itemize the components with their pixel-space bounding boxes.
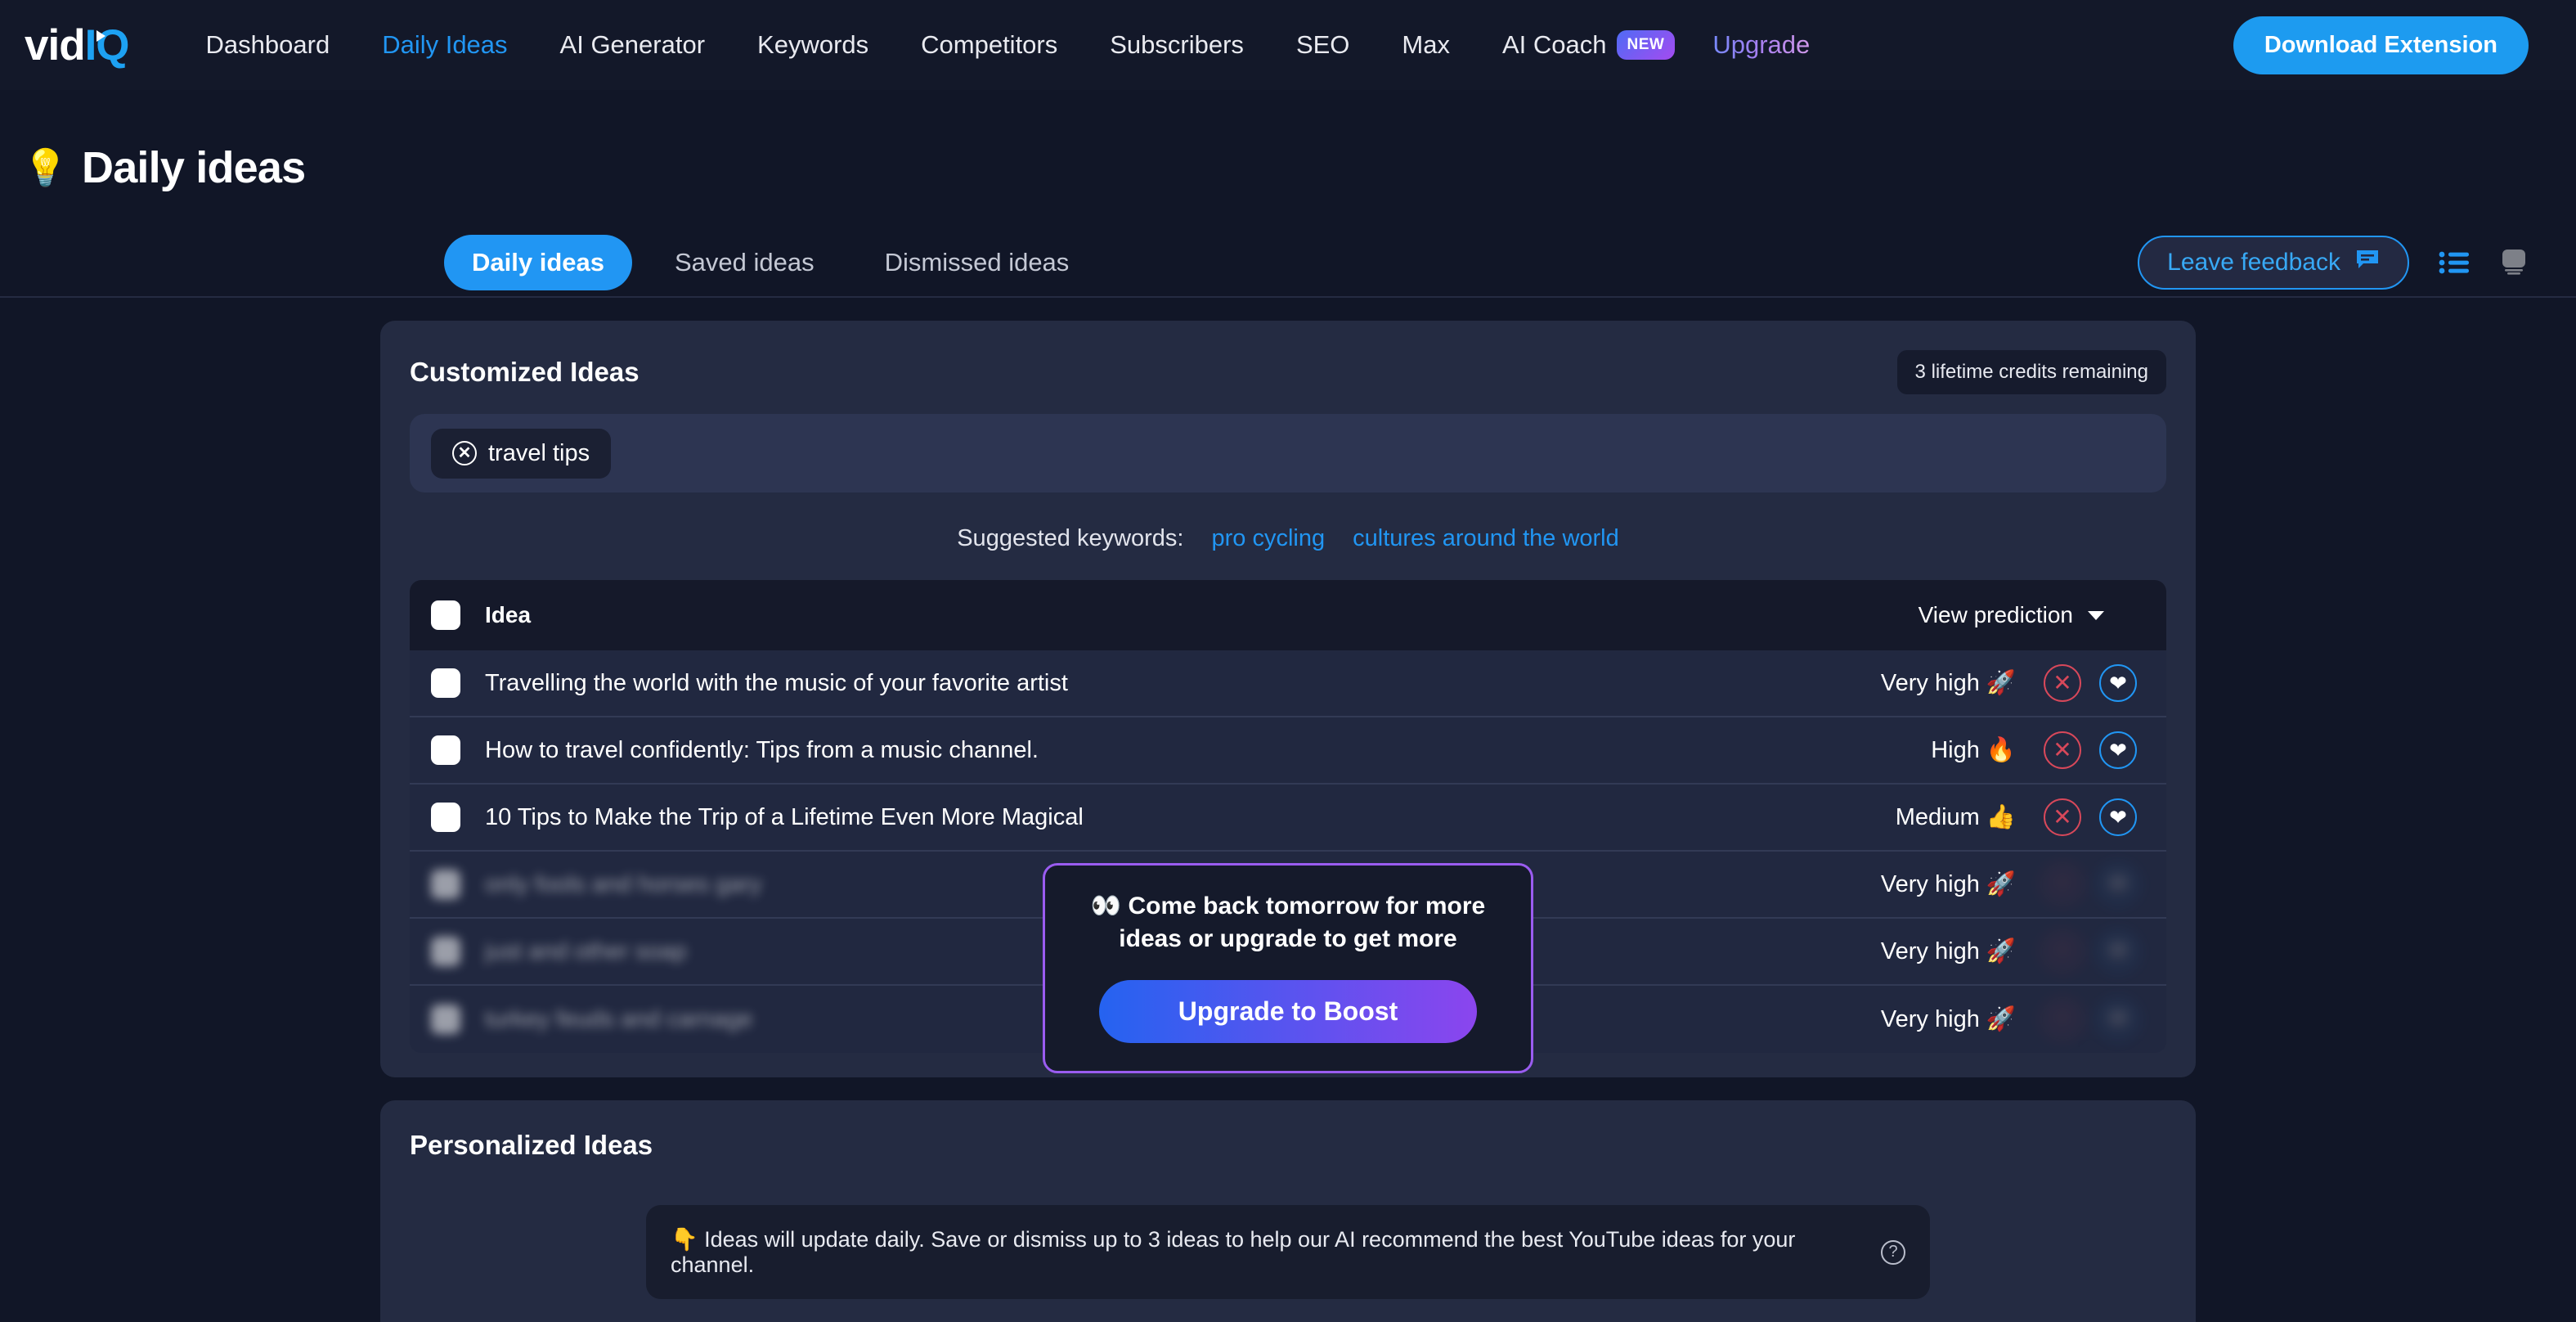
keyword-chip-label: travel tips [488, 439, 590, 466]
personalized-ideas-notice: 👇 Ideas will update daily. Save or dismi… [646, 1205, 1930, 1299]
dismiss-idea-button: ✕ [2044, 1000, 2081, 1038]
top-navbar: vid IQ Dashboard Daily Ideas AI Generator… [0, 0, 2576, 90]
lightbulb-icon: 💡 [23, 148, 68, 188]
table-row[interactable]: Travelling the world with the music of y… [410, 650, 2166, 717]
credits-remaining-badge: 3 lifetime credits remaining [1896, 350, 2166, 394]
help-icon[interactable]: ? [1881, 1239, 1905, 1265]
save-idea-button: ❤ [2099, 1000, 2137, 1038]
suggested-keyword-pro-cycling[interactable]: pro cycling [1212, 525, 1326, 552]
personalized-ideas-header: Personalized Ideas [410, 1130, 2166, 1180]
row-checkbox[interactable] [431, 803, 460, 832]
tab-dismissed-ideas[interactable]: Dismissed ideas [857, 235, 1097, 290]
idea-prediction: Very high 🚀 [1880, 1006, 2016, 1032]
vidiq-logo[interactable]: vid IQ [25, 20, 130, 70]
customized-ideas-card: Customized Ideas 3 lifetime credits rema… [380, 321, 2196, 1077]
row-checkbox[interactable] [431, 668, 460, 698]
row-checkbox[interactable] [431, 735, 460, 765]
nav-item-ai-generator[interactable]: AI Generator [534, 30, 731, 60]
leave-feedback-button[interactable]: Leave feedback [2138, 236, 2409, 290]
nav-item-ai-coach[interactable]: AI Coach NEW [1476, 30, 1686, 60]
idea-title: How to travel confidently: Tips from a m… [485, 736, 1039, 763]
dismiss-idea-button[interactable]: ✕ [2044, 798, 2081, 836]
upgrade-to-boost-button[interactable]: Upgrade to Boost [1099, 979, 1477, 1043]
monitor-view-icon[interactable] [2499, 249, 2529, 277]
idea-prediction: Very high 🚀 [1880, 670, 2016, 696]
nav-item-upgrade[interactable]: Upgrade [1686, 30, 1836, 60]
row-actions: ✕ ❤ [2044, 933, 2137, 970]
tab-list: Daily ideas Saved ideas Dismissed ideas [444, 235, 1097, 290]
list-view-icon[interactable] [2439, 250, 2470, 275]
page-title-text: Daily ideas [82, 143, 306, 192]
save-idea-button: ❤ [2099, 866, 2137, 903]
dismiss-idea-button: ✕ [2044, 933, 2081, 970]
save-idea-button: ❤ [2099, 933, 2137, 970]
idea-prediction: Very high 🚀 [1880, 938, 2016, 965]
nav-item-dashboard[interactable]: Dashboard [180, 30, 357, 60]
leave-feedback-label: Leave feedback [2167, 249, 2340, 276]
nav-item-ai-coach-label: AI Coach [1501, 30, 1607, 59]
nav-item-competitors[interactable]: Competitors [895, 30, 1084, 60]
main-content: Customized Ideas 3 lifetime credits rema… [0, 321, 2576, 1322]
row-actions: ✕ ❤ [2044, 1000, 2137, 1038]
row-checkbox [431, 870, 460, 899]
logo-text-vid: vid [25, 20, 86, 70]
column-header-view-prediction[interactable]: View prediction [1919, 602, 2104, 628]
chevron-down-icon [2088, 610, 2104, 620]
column-header-idea: Idea [485, 602, 532, 627]
table-row[interactable]: How to travel confidently: Tips from a m… [410, 717, 2166, 785]
remove-keyword-icon[interactable]: ✕ [452, 441, 477, 465]
row-actions: ✕ ❤ [2044, 798, 2137, 836]
play-triangle-icon [96, 29, 105, 42]
nav-item-seo[interactable]: SEO [1270, 30, 1376, 60]
idea-prediction: Medium 👍 [1895, 804, 2016, 830]
idea-title: 10 Tips to Make the Trip of a Lifetime E… [485, 803, 1084, 830]
tab-saved-ideas[interactable]: Saved ideas [647, 235, 842, 290]
tab-bar: Daily ideas Saved ideas Dismissed ideas … [0, 229, 2576, 298]
save-idea-button[interactable]: ❤ [2099, 798, 2137, 836]
suggested-keyword-cultures[interactable]: cultures around the world [1353, 525, 1619, 552]
customized-ideas-table-wrap: Idea View prediction Travelling the worl… [410, 580, 2166, 1073]
nav-item-max[interactable]: Max [1376, 30, 1476, 60]
customized-ideas-title: Customized Ideas [410, 357, 640, 387]
table-header-row: Idea View prediction [410, 580, 2166, 650]
nav-item-keywords[interactable]: Keywords [731, 30, 895, 60]
keyword-chip-travel-tips[interactable]: ✕ travel tips [431, 428, 612, 479]
save-idea-button[interactable]: ❤ [2099, 731, 2137, 769]
row-checkbox [431, 1005, 460, 1034]
suggested-keywords: Suggested keywords: pro cycling cultures… [410, 492, 2166, 580]
new-badge: NEW [1616, 30, 1676, 60]
dismiss-idea-button[interactable]: ✕ [2044, 664, 2081, 702]
upgrade-popup: 👀 Come back tomorrow for more ideas or u… [1043, 863, 1533, 1073]
row-checkbox [431, 937, 460, 966]
save-idea-button[interactable]: ❤ [2099, 664, 2137, 702]
chat-bubble-icon [2355, 249, 2380, 277]
column-header-view-prediction-label: View prediction [1918, 602, 2073, 627]
dismiss-idea-button: ✕ [2044, 866, 2081, 903]
nav-links: Dashboard Daily Ideas AI Generator Keywo… [180, 30, 1837, 60]
suggested-keywords-label: Suggested keywords: [957, 525, 1184, 551]
logo-text-iq: IQ [84, 20, 130, 70]
table-row[interactable]: 10 Tips to Make the Trip of a Lifetime E… [410, 785, 2166, 852]
personalized-ideas-notice-text: 👇 Ideas will update daily. Save or dismi… [671, 1227, 1796, 1277]
download-extension-button[interactable]: Download Extension [2233, 16, 2529, 74]
idea-title: Travelling the world with the music of y… [485, 669, 1068, 696]
keyword-input[interactable]: ✕ travel tips [410, 414, 2166, 492]
idea-prediction: Very high 🚀 [1880, 871, 2016, 897]
upgrade-popup-text: 👀 Come back tomorrow for more ideas or u… [1090, 893, 1486, 952]
nav-item-daily-ideas[interactable]: Daily Ideas [356, 30, 533, 60]
row-actions: ✕ ❤ [2044, 731, 2137, 769]
personalized-ideas-card: Personalized Ideas 👇 Ideas will update d… [380, 1100, 2196, 1322]
tab-daily-ideas[interactable]: Daily ideas [444, 235, 632, 290]
customized-ideas-header: Customized Ideas 3 lifetime credits rema… [410, 350, 2166, 414]
dismiss-idea-button[interactable]: ✕ [2044, 731, 2081, 769]
nav-item-subscribers[interactable]: Subscribers [1084, 30, 1270, 60]
row-actions: ✕ ❤ [2044, 866, 2137, 903]
tab-actions: Leave feedback [2138, 236, 2529, 290]
page-title: 💡 Daily ideas [0, 90, 2576, 193]
select-all-checkbox[interactable] [431, 600, 460, 630]
idea-prediction: High 🔥 [1931, 737, 2016, 763]
personalized-ideas-title: Personalized Ideas [410, 1130, 653, 1160]
row-actions: ✕ ❤ [2044, 664, 2137, 702]
